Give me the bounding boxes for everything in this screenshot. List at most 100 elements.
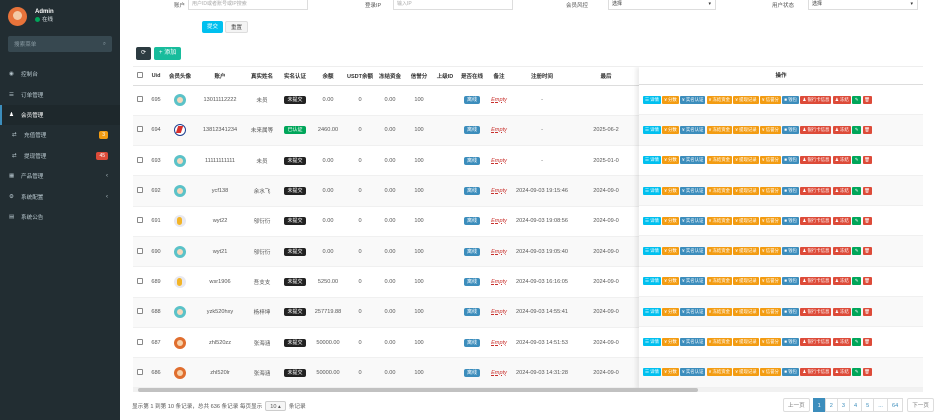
remark-editable[interactable]: Empty [491,218,507,224]
op-button-3[interactable]: ¥ 冻结资金 [706,95,733,104]
row-checkbox[interactable] [137,247,143,254]
op-button-5[interactable]: ¥ 信誉分 [760,247,781,256]
next-page-button[interactable]: 下一页 [907,398,934,412]
op-button-10[interactable]: 🗑 [862,247,872,256]
op-button-5[interactable]: ¥ 信誉分 [760,216,781,225]
op-button-6[interactable]: ■ 钱包 [782,247,799,256]
op-button-2[interactable]: ¥ 实名认证 [680,186,706,195]
op-button-8[interactable]: ♟ 冻结 [832,216,851,225]
op-button-8[interactable]: ♟ 冻结 [832,338,851,347]
op-button-5[interactable]: ¥ 信誉分 [760,277,781,286]
op-button-9[interactable]: ✎ [852,307,862,316]
op-button-5[interactable]: ¥ 信誉分 [760,307,781,316]
op-button-8[interactable]: ♟ 冻结 [832,156,851,165]
op-button-9[interactable]: ✎ [852,338,862,347]
op-button-9[interactable]: ✎ [852,95,862,104]
submit-button[interactable]: 提交 [202,21,224,33]
sidebar-item-1[interactable]: ☰ 订单管理 [0,84,120,104]
op-button-8[interactable]: ♟ 冻结 [832,277,851,286]
op-button-6[interactable]: ■ 钱包 [782,368,799,377]
op-button-7[interactable]: ♟ 银行卡信息 [800,277,832,286]
op-button-5[interactable]: ¥ 信誉分 [760,338,781,347]
op-button-8[interactable]: ♟ 冻结 [832,307,851,316]
row-checkbox[interactable] [137,277,143,284]
op-button-6[interactable]: ■ 钱包 [782,338,799,347]
scrollbar-thumb[interactable] [138,388,698,392]
op-button-2[interactable]: ¥ 实名认证 [680,125,706,134]
op-button-2[interactable]: ¥ 实名认证 [680,338,706,347]
op-button-3[interactable]: ¥ 冻结资金 [706,247,733,256]
op-button-0[interactable]: ☰ 详情 [643,277,661,286]
row-checkbox[interactable] [137,156,143,163]
op-button-2[interactable]: ¥ 实名认证 [680,368,706,377]
op-button-1[interactable]: ¥ 分数 [662,95,679,104]
op-button-10[interactable]: 🗑 [862,95,872,104]
op-button-1[interactable]: ¥ 分数 [662,125,679,134]
refresh-button[interactable]: ⟳ [136,47,152,60]
op-button-3[interactable]: ¥ 冻结资金 [706,186,733,195]
reset-button[interactable]: 重置 [225,21,249,33]
row-checkbox[interactable] [137,217,143,224]
remark-editable[interactable]: Empty [491,370,507,376]
op-button-7[interactable]: ♟ 银行卡信息 [800,186,832,195]
op-button-8[interactable]: ♟ 冻结 [832,95,851,104]
sidebar-item-4[interactable]: ⇄ 提现管理 45 [0,146,120,166]
op-button-8[interactable]: ♟ 冻结 [832,186,851,195]
op-button-10[interactable]: 🗑 [862,216,872,225]
op-button-9[interactable]: ✎ [852,156,862,165]
prev-page-button[interactable]: 上一页 [782,398,810,412]
state-select[interactable]: 选择 [808,0,918,10]
row-checkbox[interactable] [137,187,143,194]
op-button-4[interactable]: ¥ 提现记录 [733,368,759,377]
op-button-5[interactable]: ¥ 信誉分 [760,156,781,165]
op-button-9[interactable]: ✎ [852,247,862,256]
op-button-4[interactable]: ¥ 提现记录 [733,216,759,225]
op-button-5[interactable]: ¥ 信誉分 [760,95,781,104]
op-button-7[interactable]: ♟ 银行卡信息 [800,247,832,256]
op-button-0[interactable]: ☰ 详情 [643,368,661,377]
op-button-5[interactable]: ¥ 信誉分 [760,186,781,195]
op-button-5[interactable]: ¥ 信誉分 [760,368,781,377]
op-button-10[interactable]: 🗑 [862,277,872,286]
op-button-5[interactable]: ¥ 信誉分 [760,125,781,134]
sidebar-item-0[interactable]: ◉ 控制台 [0,64,120,84]
op-button-7[interactable]: ♟ 银行卡信息 [800,338,832,347]
op-button-9[interactable]: ✎ [852,277,862,286]
op-button-10[interactable]: 🗑 [862,186,872,195]
op-button-9[interactable]: ✎ [852,125,862,134]
op-button-10[interactable]: 🗑 [862,125,872,134]
row-checkbox[interactable] [137,368,143,375]
op-button-2[interactable]: ¥ 实名认证 [680,307,706,316]
op-button-4[interactable]: ¥ 提现记录 [733,125,759,134]
op-button-3[interactable]: ¥ 冻结资金 [706,156,733,165]
op-button-10[interactable]: 🗑 [862,338,872,347]
search-icon[interactable]: ⌕ [103,41,106,48]
op-button-2[interactable]: ¥ 实名认证 [680,95,706,104]
menu-search-input[interactable]: 搜索菜单 ⌕ [8,36,112,52]
op-button-10[interactable]: 🗑 [862,307,872,316]
op-button-6[interactable]: ■ 钱包 [782,216,799,225]
op-button-3[interactable]: ¥ 冻结资金 [706,125,733,134]
op-button-8[interactable]: ♟ 冻结 [832,125,851,134]
op-button-0[interactable]: ☰ 详情 [643,247,661,256]
op-button-10[interactable]: 🗑 [862,156,872,165]
col-balance[interactable]: 余额 [311,67,345,86]
op-button-1[interactable]: ¥ 分数 [662,368,679,377]
op-button-4[interactable]: ¥ 提现记录 [733,247,759,256]
op-button-2[interactable]: ¥ 实名认证 [680,277,706,286]
op-button-6[interactable]: ■ 钱包 [782,307,799,316]
op-button-0[interactable]: ☰ 详情 [643,95,661,104]
op-button-2[interactable]: ¥ 实名认证 [680,156,706,165]
sidebar-item-7[interactable]: ▤ 系统公告 [0,207,120,227]
op-button-6[interactable]: ■ 钱包 [782,95,799,104]
op-button-1[interactable]: ¥ 分数 [662,186,679,195]
op-button-7[interactable]: ♟ 银行卡信息 [800,156,832,165]
remark-editable[interactable]: Empty [491,249,507,255]
ip-input[interactable]: 输入IP [393,0,513,10]
op-button-3[interactable]: ¥ 冻结资金 [706,277,733,286]
sidebar-item-5[interactable]: ▦ 产品管理 ‹ [0,166,120,186]
op-button-4[interactable]: ¥ 提现记录 [733,186,759,195]
op-button-0[interactable]: ☰ 详情 [643,338,661,347]
select-all-checkbox[interactable] [137,71,143,78]
op-button-6[interactable]: ■ 钱包 [782,186,799,195]
